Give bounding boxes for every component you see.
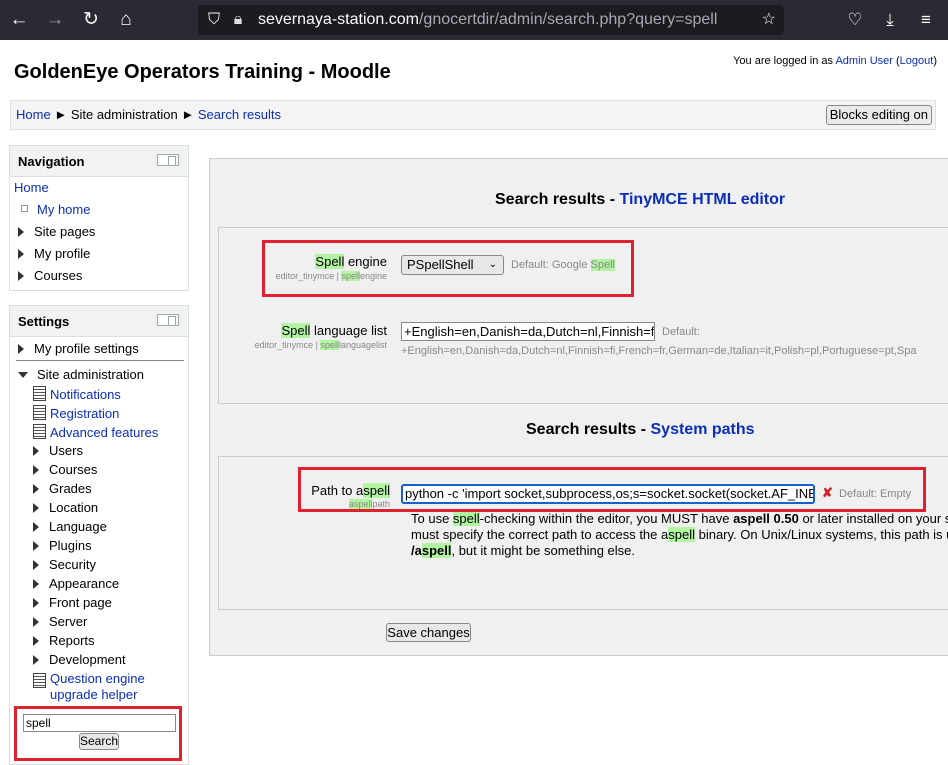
expand-arrow-icon bbox=[33, 541, 39, 551]
settings-site-admin[interactable]: Site administration bbox=[18, 367, 144, 382]
admin-category-item[interactable]: Grades bbox=[33, 481, 92, 496]
aspell-description: To use spell-checking within the editor,… bbox=[411, 511, 948, 558]
spell-language-label: Spell language list editor_tinymce | spe… bbox=[254, 323, 387, 350]
expand-arrow-icon bbox=[33, 579, 39, 589]
settings-title: Settings bbox=[18, 314, 70, 329]
browser-toolbar: ← → ↻ ⌂ ⛉ 🔒︎ severnaya-station.com/gnoce… bbox=[0, 0, 948, 40]
section-title-tinymce: Search results - TinyMCE HTML editor bbox=[495, 191, 786, 208]
admin-question-helper[interactable]: Question engine upgrade helper bbox=[33, 671, 160, 703]
expand-arrow-icon bbox=[18, 271, 24, 281]
expand-arrow-icon bbox=[33, 655, 39, 665]
expand-arrow-icon bbox=[33, 636, 39, 646]
pocket-icon[interactable]: ♡ bbox=[843, 8, 867, 32]
divider bbox=[16, 360, 184, 361]
nav-home[interactable]: Home bbox=[14, 180, 49, 195]
navigation-title: Navigation bbox=[18, 154, 85, 169]
save-changes-button[interactable]: Save changes bbox=[386, 623, 471, 642]
admin-category-item[interactable]: Security bbox=[33, 557, 96, 572]
user-link[interactable]: Admin User bbox=[835, 55, 892, 67]
forward-icon[interactable]: → bbox=[43, 8, 67, 32]
admin-category-item[interactable]: Users bbox=[33, 443, 83, 458]
address-bar[interactable]: ⛉ 🔒︎ severnaya-station.com/gnocertdir/ad… bbox=[198, 5, 784, 35]
admin-category-item[interactable]: Server bbox=[33, 614, 87, 629]
expand-arrow-icon bbox=[33, 503, 39, 513]
admin-category-item[interactable]: Front page bbox=[33, 595, 112, 610]
admin-category-item[interactable]: Reports bbox=[33, 633, 95, 648]
expand-arrow-icon bbox=[33, 522, 39, 532]
back-icon[interactable]: ← bbox=[7, 8, 31, 32]
logout-link[interactable]: Logout bbox=[900, 55, 934, 67]
shield-icon[interactable]: ⛉ bbox=[206, 5, 222, 35]
admin-category-item[interactable]: Courses bbox=[33, 462, 97, 477]
page-icon bbox=[33, 673, 46, 688]
dock-icon[interactable] bbox=[157, 314, 179, 326]
navbar: Home ► Site administration ► Search resu… bbox=[10, 100, 936, 130]
page-icon bbox=[33, 386, 46, 401]
nav-item-my-profile[interactable]: My profile bbox=[18, 246, 90, 261]
expand-arrow-icon bbox=[33, 465, 39, 475]
system-paths-link[interactable]: System paths bbox=[651, 421, 755, 438]
tinymce-link[interactable]: TinyMCE HTML editor bbox=[620, 191, 786, 208]
bookmark-star-icon[interactable]: ☆ bbox=[762, 5, 776, 35]
page-icon bbox=[33, 405, 46, 420]
nav-item-site-pages[interactable]: Site pages bbox=[18, 224, 95, 239]
expand-arrow-icon bbox=[33, 617, 39, 627]
main-content: Search results - TinyMCE HTML editor Spe… bbox=[209, 158, 948, 656]
admin-category-item[interactable]: Language bbox=[33, 519, 107, 534]
annotation-box-aspell-path bbox=[298, 467, 926, 512]
expand-arrow-icon bbox=[33, 446, 39, 456]
login-info: You are logged in as Admin User (Logout) bbox=[733, 55, 937, 67]
expand-arrow-icon bbox=[33, 484, 39, 494]
site-title: GoldenEye Operators Training - Moodle bbox=[14, 61, 391, 83]
expand-arrow-icon bbox=[18, 249, 24, 259]
spell-language-input[interactable]: +English=en,Danish=da,Dutch=nl,Finnish=f… bbox=[401, 322, 655, 341]
expand-arrow-icon bbox=[33, 598, 39, 608]
spell-language-default-label: Default: bbox=[662, 326, 700, 338]
menu-icon[interactable]: ≡ bbox=[914, 8, 938, 32]
navigation-block: Navigation Home My home Site pages My pr… bbox=[9, 145, 189, 291]
nav-item-courses[interactable]: Courses bbox=[18, 268, 82, 283]
breadcrumb-separator: ► bbox=[181, 107, 195, 122]
nav-item-my-home[interactable]: My home bbox=[18, 202, 90, 217]
url-text: severnaya-station.com/gnocertdir/admin/s… bbox=[258, 11, 718, 28]
annotation-box-spell-engine bbox=[262, 240, 634, 297]
admin-category-item[interactable]: Plugins bbox=[33, 538, 92, 553]
section-title-system-paths: Search results - System paths bbox=[526, 421, 755, 438]
settings-block: Settings My profile settings Site admini… bbox=[9, 305, 189, 765]
breadcrumb-home[interactable]: Home bbox=[16, 107, 51, 122]
admin-registration[interactable]: Registration bbox=[33, 405, 119, 421]
breadcrumb-search-results[interactable]: Search results bbox=[198, 107, 281, 122]
breadcrumb: Home ► Site administration ► Search resu… bbox=[16, 107, 281, 122]
annotation-box-search bbox=[14, 706, 182, 761]
page-icon bbox=[33, 424, 46, 439]
expand-arrow-icon bbox=[18, 344, 24, 354]
admin-category-item[interactable]: Appearance bbox=[33, 576, 119, 591]
expand-arrow-icon bbox=[18, 227, 24, 237]
blocks-editing-button[interactable]: Blocks editing on bbox=[825, 105, 932, 125]
settings-my-profile[interactable]: My profile settings bbox=[18, 341, 139, 356]
reload-icon[interactable]: ↻ bbox=[79, 8, 103, 32]
downloads-icon[interactable]: ⤓ bbox=[878, 8, 902, 32]
collapse-arrow-icon bbox=[18, 372, 28, 378]
insecure-lock-icon[interactable]: 🔒︎ bbox=[230, 5, 246, 35]
spell-language-default-value: +English=en,Danish=da,Dutch=nl,Finnish=f… bbox=[401, 345, 917, 357]
dock-icon[interactable] bbox=[157, 154, 179, 166]
admin-notifications[interactable]: Notifications bbox=[33, 386, 121, 402]
admin-category-item[interactable]: Location bbox=[33, 500, 98, 515]
home-icon[interactable]: ⌂ bbox=[114, 8, 138, 32]
admin-category-item[interactable]: Development bbox=[33, 652, 126, 667]
expand-arrow-icon bbox=[33, 560, 39, 570]
breadcrumb-site-admin: Site administration bbox=[70, 107, 178, 122]
admin-advanced-features[interactable]: Advanced features bbox=[33, 424, 158, 440]
breadcrumb-separator: ► bbox=[54, 107, 68, 122]
bullet-icon bbox=[21, 205, 28, 212]
